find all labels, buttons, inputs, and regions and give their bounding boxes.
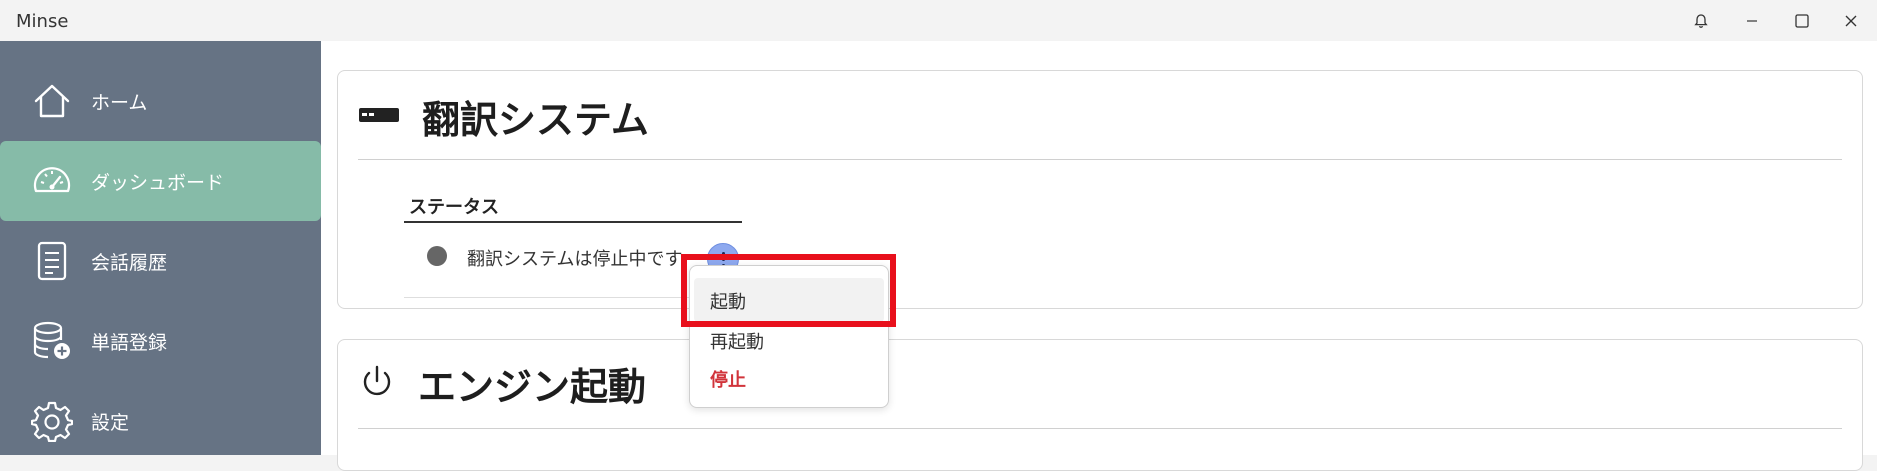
sidebar-item-dictionary[interactable]: 単語登録 <box>0 301 321 381</box>
sidebar-item-label: 設定 <box>91 412 130 434</box>
translation-system-card: 翻訳システム ステータス 翻訳システムは停止中です <box>337 70 1863 309</box>
main-content: 翻訳システム ステータス 翻訳システムは停止中です エンジン起動 <box>321 41 1877 471</box>
sidebar-item-label: 単語登録 <box>91 332 168 354</box>
menu-item-stop[interactable]: 停止 <box>710 366 746 392</box>
database-add-icon <box>30 319 74 363</box>
divider <box>404 221 742 223</box>
card-title: 翻訳システム <box>422 98 649 142</box>
status-text: 翻訳システムは停止中です <box>467 249 683 270</box>
bell-icon[interactable] <box>1676 0 1726 41</box>
status-header: ステータス <box>409 197 499 218</box>
minimize-icon[interactable] <box>1727 0 1777 41</box>
divider <box>358 428 1842 429</box>
server-icon <box>358 105 400 129</box>
status-indicator <box>427 246 447 266</box>
card-header: エンジン起動 <box>358 356 646 411</box>
close-icon[interactable] <box>1826 0 1876 41</box>
dashboard-gauge-icon <box>30 159 74 203</box>
menu-item-restart[interactable]: 再起動 <box>710 328 764 354</box>
engine-start-card: エンジン起動 <box>337 339 1863 471</box>
maximize-icon[interactable] <box>1777 0 1827 41</box>
highlight-box <box>681 254 896 327</box>
card-header: 翻訳システム <box>358 89 649 144</box>
sidebar-item-home[interactable]: ホーム <box>0 61 321 141</box>
sidebar-item-label: ホーム <box>91 92 148 114</box>
title-bar: Minse <box>0 0 1877 41</box>
sidebar-item-history[interactable]: 会話履歴 <box>0 221 321 301</box>
app-title: Minse <box>16 11 69 32</box>
sidebar-item-label: 会話履歴 <box>91 252 168 274</box>
sidebar: ホーム ダッシュボード 会話履歴 単語登録 設定 <box>0 41 321 455</box>
power-icon <box>358 363 396 405</box>
home-icon <box>30 79 74 123</box>
sidebar-item-dashboard[interactable]: ダッシュボード <box>0 141 321 221</box>
gear-icon <box>30 399 74 443</box>
card-title: エンジン起動 <box>418 365 647 409</box>
document-icon <box>30 239 74 283</box>
sidebar-item-settings[interactable]: 設定 <box>0 381 321 461</box>
divider <box>358 159 1842 160</box>
sidebar-item-label: ダッシュボード <box>91 172 225 194</box>
